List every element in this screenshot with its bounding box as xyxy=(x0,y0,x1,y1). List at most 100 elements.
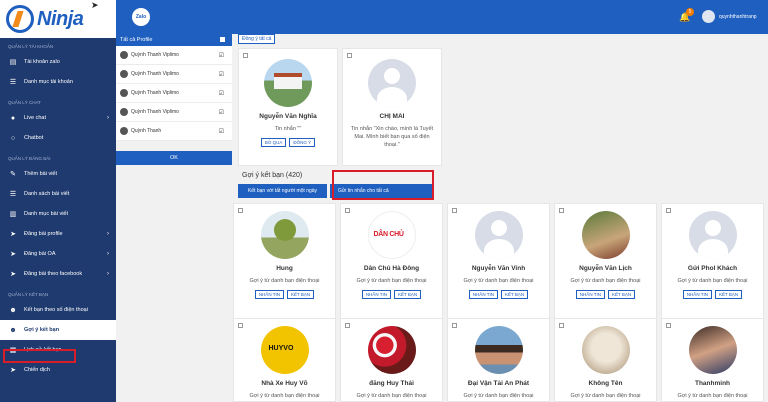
checkbox-checked-icon[interactable]: ☑ xyxy=(219,52,224,59)
send-icon: ➤ xyxy=(10,231,16,238)
avatar xyxy=(367,326,416,374)
zalo-logo-icon[interactable]: Zalo xyxy=(132,8,150,26)
ninja-logo-icon xyxy=(6,5,34,33)
checkbox[interactable] xyxy=(666,323,671,328)
message-button[interactable]: NHẮN TIN xyxy=(254,290,284,299)
friend-name: Nhà Xe Huy Võ xyxy=(261,380,308,387)
checkbox-checked-icon[interactable]: ☑ xyxy=(219,109,224,116)
avatar xyxy=(120,70,128,78)
checkbox[interactable] xyxy=(666,208,671,213)
sidebar-item-live-chat[interactable]: ● Live chat › xyxy=(0,108,116,128)
checkbox[interactable] xyxy=(559,323,564,328)
send-icon: ➤ xyxy=(10,271,16,278)
sidebar-item-post-categories[interactable]: ▥ Danh mục bài viết xyxy=(0,204,116,224)
avatar xyxy=(120,127,128,135)
add-all-button[interactable]: Kết bạn với tất người một ngày xyxy=(238,184,327,198)
id-card-icon: ▤ xyxy=(9,59,17,66)
checkbox-checked-icon[interactable]: ☑ xyxy=(219,71,224,78)
profile-panel-header: Tất cả Profile xyxy=(116,34,232,46)
user-suggest-icon: ☻ xyxy=(9,326,17,334)
sidebar-item-chatbot[interactable]: ○ Chatbot xyxy=(0,128,116,148)
checkbox[interactable] xyxy=(559,208,564,213)
checkbox[interactable] xyxy=(238,208,243,213)
section-title-chat: QUẢN LÝ CHAT xyxy=(8,100,41,105)
sidebar-item-add-post[interactable]: ✎ Thêm bài viết xyxy=(0,164,116,184)
skip-button[interactable]: BỎ QUA xyxy=(260,138,287,147)
message-button[interactable]: NHẮN TIN xyxy=(468,290,498,299)
profile-item[interactable]: Quỳnh Thanh ☑ xyxy=(116,122,232,141)
suggestion-desc: Gợi ý từ danh bạn điện thoại xyxy=(249,393,320,399)
edit-icon: ✎ xyxy=(10,171,16,178)
sidebar-item-post-profile[interactable]: ➤ Đăng bài profile › xyxy=(0,224,116,244)
sidebar-item-friend-suggestions[interactable]: ☻ Gợi ý kết bạn xyxy=(0,320,116,340)
chevron-right-icon: › xyxy=(107,231,109,237)
sidebar-item-add-by-phone[interactable]: ☻ Kết bạn theo số điện thoại xyxy=(0,300,116,320)
avatar xyxy=(260,326,309,374)
checkbox[interactable] xyxy=(347,53,352,58)
accept-button[interactable]: ĐỒNG Ý xyxy=(289,138,316,147)
checkbox[interactable] xyxy=(452,323,457,328)
friend-name: Đại Vận Tải An Phát xyxy=(467,380,530,387)
friend-name: Không Tên xyxy=(588,380,623,387)
list-icon: ☰ xyxy=(9,79,17,86)
message-button[interactable]: NHẮN TIN xyxy=(361,290,391,299)
section-title-posts: QUẢN LÝ ĐĂNG BÀI xyxy=(8,156,51,161)
highlight-box xyxy=(3,349,76,363)
add-friend-button[interactable]: KẾT BẠN xyxy=(500,290,529,299)
checkbox-checked-icon[interactable]: ☑ xyxy=(219,128,224,135)
avatar xyxy=(688,211,737,259)
ok-button[interactable]: OK xyxy=(116,151,232,165)
section-title-accounts: QUẢN LÝ TÀI KHOẢN xyxy=(8,44,54,49)
checkbox[interactable] xyxy=(452,208,457,213)
notification-badge: 5 xyxy=(686,8,694,16)
add-friend-button[interactable]: KẾT BẠN xyxy=(286,290,315,299)
profile-item[interactable]: Quỳnh Thanh Viplimo ☑ xyxy=(116,84,232,103)
suggestion-desc: Gợi ý từ danh bạn điện thoại xyxy=(677,278,748,284)
avatar xyxy=(264,59,312,107)
profile-item[interactable]: Quỳnh Thanh Viplimo ☑ xyxy=(116,46,232,65)
select-all-checkbox[interactable] xyxy=(220,37,225,42)
sidebar-item-post-facebook[interactable]: ➤ Đăng bài theo facebook › xyxy=(0,264,116,284)
suggestion-card: Không Tên Gợi ý từ danh bạn điện thoại xyxy=(554,318,657,402)
avatar xyxy=(368,59,416,107)
sidebar-item-campaign[interactable]: ➤ Chiến dịch xyxy=(0,360,116,380)
list-icon: ☰ xyxy=(9,191,17,198)
checkbox[interactable] xyxy=(345,208,350,213)
send-icon: ➤ xyxy=(10,251,16,258)
username[interactable]: quynhthanhtranp xyxy=(719,14,766,20)
friend-name: Dân Chủ Hà Đông xyxy=(363,265,420,272)
checkbox[interactable] xyxy=(345,323,350,328)
top-bar: Zalo 🔔 5 quynhthanhtranp xyxy=(116,0,768,34)
chevron-right-icon: › xyxy=(107,115,109,121)
friend-name: Nguyễn Văn Vinh xyxy=(471,265,526,272)
profile-item[interactable]: Quỳnh Thanh Viplimo ☑ xyxy=(116,103,232,122)
friend-name: CHỊ MAI xyxy=(379,113,405,120)
sidebar-item-account-categories[interactable]: ☰ Danh mục tài khoản xyxy=(0,72,116,92)
friend-name: đăng Huy Thái xyxy=(369,380,414,387)
suggestion-desc: Gợi ý từ danh bạn điện thoại xyxy=(463,393,534,399)
chat-icon: ● xyxy=(10,114,16,122)
suggestion-desc: Gợi ý từ danh bạn điện thoại xyxy=(570,278,641,284)
highlight-box xyxy=(332,170,434,200)
add-friend-button[interactable]: KẾT BẠN xyxy=(714,290,743,299)
mouse-cursor-icon: ➤ xyxy=(91,0,99,10)
folder-icon: ▥ xyxy=(9,211,17,218)
avatar[interactable] xyxy=(702,10,715,23)
sidebar-item-post-oa[interactable]: ➤ Đăng bài OA › xyxy=(0,244,116,264)
checkbox-checked-icon[interactable]: ☑ xyxy=(219,90,224,97)
friend-message: Tin nhắn "" xyxy=(274,126,302,132)
chatbot-icon: ○ xyxy=(10,134,16,142)
checkbox[interactable] xyxy=(243,53,248,58)
message-button[interactable]: NHẮN TIN xyxy=(682,290,712,299)
add-friend-button[interactable]: KẾT BẠN xyxy=(607,290,636,299)
friend-name: Nguyễn Văn Nghĩa xyxy=(259,113,317,120)
checkbox[interactable] xyxy=(238,323,243,328)
sidebar-item-zalo-accounts[interactable]: ▤ Tài khoản zalo xyxy=(0,52,116,72)
avatar xyxy=(367,211,416,259)
sidebar-item-post-list[interactable]: ☰ Danh sách bài viết xyxy=(0,184,116,204)
message-button[interactable]: NHẮN TIN xyxy=(575,290,605,299)
accept-all-button[interactable]: Đồng ý tất cả xyxy=(238,34,276,44)
suggestion-card: đăng Huy Thái Gợi ý từ danh bạn điện tho… xyxy=(340,318,443,402)
profile-item[interactable]: Quỳnh Thanh Viplimo ☑ xyxy=(116,65,232,84)
add-friend-button[interactable]: KẾT BẠN xyxy=(393,290,422,299)
